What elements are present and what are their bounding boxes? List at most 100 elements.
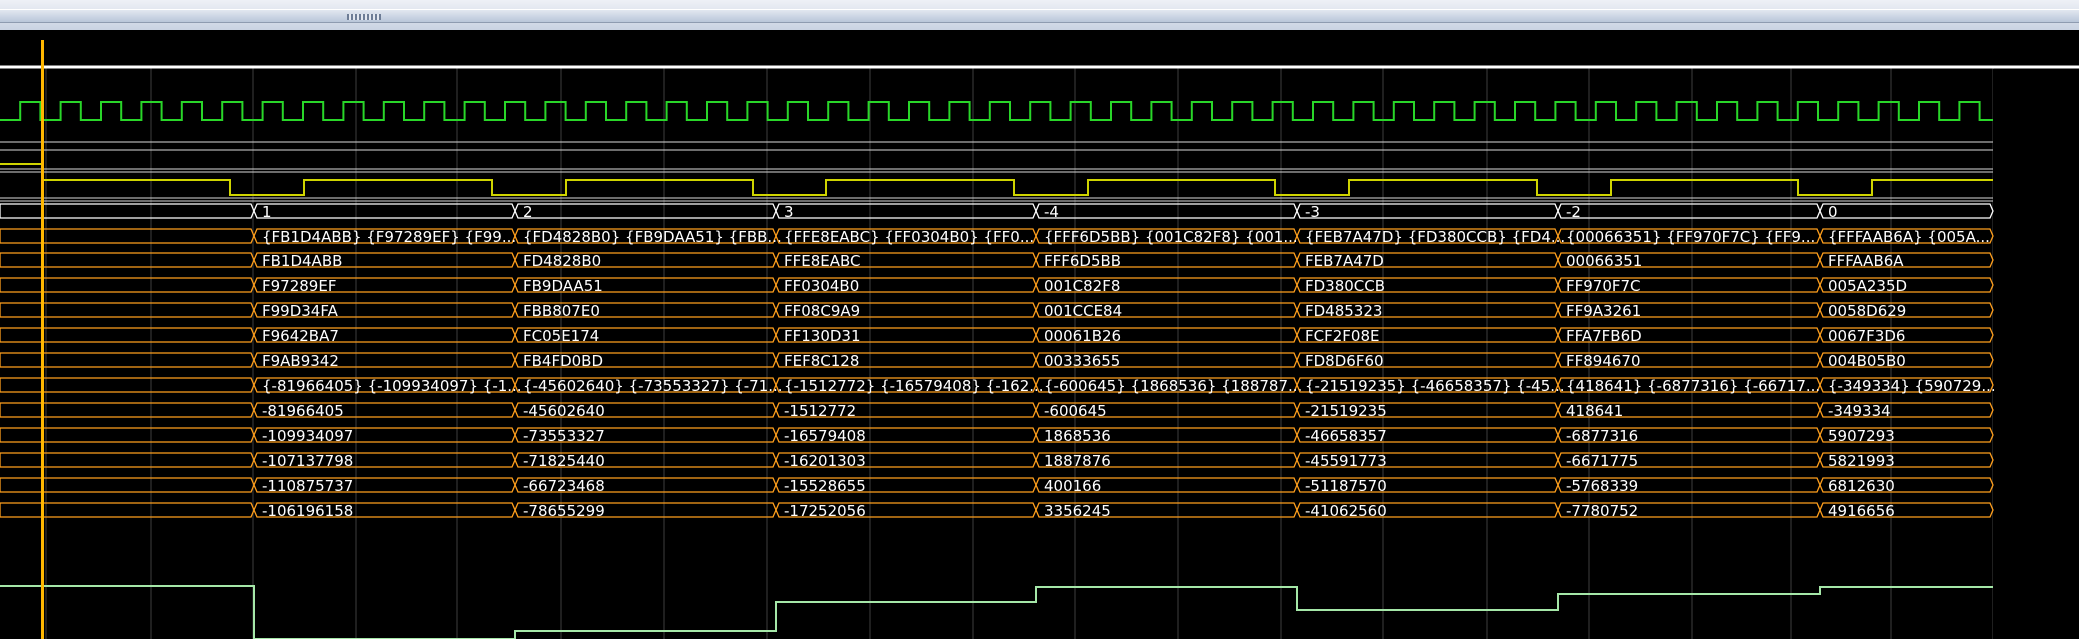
bus-value-label: FF970F7C bbox=[1566, 277, 1641, 295]
bus-value-label: FF9A3261 bbox=[1566, 302, 1641, 320]
bus-value-label: -349334 bbox=[1828, 402, 1891, 420]
bus-value-label: F99D34FA bbox=[262, 302, 339, 320]
bus-value-label: 4916656 bbox=[1828, 502, 1895, 520]
bus-segment bbox=[775, 203, 1037, 219]
bus-value-label: FBB807E0 bbox=[523, 302, 600, 320]
bus-value-label: FB1D4ABB bbox=[262, 252, 342, 270]
bus-value-label: -106196158 bbox=[262, 502, 353, 520]
bus-value-label: -41062560 bbox=[1305, 502, 1387, 520]
bus-segment bbox=[0, 302, 255, 318]
bus-value-label: -45602640 bbox=[523, 402, 605, 420]
bus-value-label: 5821993 bbox=[1828, 452, 1895, 470]
bus-value-label: {FFFAAB6A} {005A... bbox=[1828, 228, 1990, 246]
bus-value-label: {-600645} {1868536} {188787... bbox=[1044, 377, 1302, 395]
bus-value-label: -78655299 bbox=[523, 502, 605, 520]
bus-value-label: -16579408 bbox=[784, 427, 866, 445]
bus-value-label: -110875737 bbox=[262, 477, 353, 495]
scrollbar-track[interactable] bbox=[0, 9, 2079, 23]
bus-segment bbox=[0, 228, 255, 244]
bus-value-label: FCF2F08E bbox=[1305, 327, 1379, 345]
bus-value-label: FC05E174 bbox=[523, 327, 599, 345]
bus-value-label: 1868536 bbox=[1044, 427, 1111, 445]
bus-value-label: FFE8EABC bbox=[784, 252, 861, 270]
bus-value-label: 00066351 bbox=[1566, 252, 1642, 270]
bus-value-label: {-349334} {590729... bbox=[1828, 377, 1996, 395]
bus-value-label: -45591773 bbox=[1305, 452, 1387, 470]
signal-row-separators bbox=[0, 141, 1993, 202]
bus-segment bbox=[0, 477, 255, 493]
bus-value-label: F9642BA7 bbox=[262, 327, 339, 345]
bus-value-label: -66723468 bbox=[523, 477, 605, 495]
bus-value-label: FD4828B0 bbox=[523, 252, 601, 270]
bus-segment bbox=[0, 402, 255, 418]
bus-value-label: F97289EF bbox=[262, 277, 336, 295]
bus-value-label: FD8D6F60 bbox=[1305, 352, 1384, 370]
bus-value-label: -600645 bbox=[1044, 402, 1107, 420]
grip-icon[interactable] bbox=[347, 14, 381, 20]
bus-segment bbox=[0, 377, 255, 393]
bus-value-label: 1887876 bbox=[1044, 452, 1111, 470]
bus-segment bbox=[0, 352, 255, 368]
bus-value-label: FB4FD0BD bbox=[523, 352, 603, 370]
bus-segment bbox=[0, 252, 255, 268]
bus-value-label: 5907293 bbox=[1828, 427, 1895, 445]
bus-value-label: -6671775 bbox=[1566, 452, 1638, 470]
bus-segment bbox=[253, 203, 516, 219]
bus-value-label: -16201303 bbox=[784, 452, 866, 470]
bus-value-label: {-1512772} {-16579408} {-162... bbox=[784, 377, 1044, 395]
bus-segment bbox=[0, 203, 255, 219]
bus-value-label: -107137798 bbox=[262, 452, 353, 470]
bus-segment bbox=[0, 452, 255, 468]
bus-value-label: FEB7A47D bbox=[1305, 252, 1384, 270]
bus-value-label: FF0304B0 bbox=[784, 277, 859, 295]
bus-value-label: -46658357 bbox=[1305, 427, 1387, 445]
bus-value-label: {FD4828B0} {FB9DAA51} {FBB... bbox=[523, 228, 782, 246]
bus-segment bbox=[0, 277, 255, 293]
bus-value-label: {-81966405} {-109934097} {-1... bbox=[262, 377, 522, 395]
bus-value-label: {FFE8EABC} {FF0304B0} {FF0... bbox=[784, 228, 1034, 246]
bus-value-label: {-45602640} {-73553327} {-71... bbox=[523, 377, 783, 395]
bus-value-label: -5768339 bbox=[1566, 477, 1638, 495]
bus-value-label: 00061B26 bbox=[1044, 327, 1121, 345]
bus-value-label: 418641 bbox=[1566, 402, 1623, 420]
bus-value-label: 0067F3D6 bbox=[1828, 327, 1905, 345]
bus-value-label: -2 bbox=[1566, 203, 1581, 221]
bus-value-label: 400166 bbox=[1044, 477, 1101, 495]
bus-value-label: 00333655 bbox=[1044, 352, 1120, 370]
bus-value-label: {-21519235} {-46658357} {-45... bbox=[1305, 377, 1565, 395]
bus-value-label: {FEB7A47D} {FD380CCB} {FD4... bbox=[1305, 228, 1565, 246]
bus-value-label: 005A235D bbox=[1828, 277, 1907, 295]
bus-value-label: FD380CCB bbox=[1305, 277, 1385, 295]
bus-value-label: 2 bbox=[523, 203, 533, 221]
bus-value-label: FFFAAB6A bbox=[1828, 252, 1904, 270]
bus-value-label: -1512772 bbox=[784, 402, 856, 420]
bus-value-label: FF894670 bbox=[1566, 352, 1641, 370]
bus-value-label: -71825440 bbox=[523, 452, 605, 470]
bus-segment bbox=[0, 327, 255, 343]
bus-segment bbox=[0, 427, 255, 443]
bus-signals: 1 2 3 -4 -3 -2 0 {FB1D4ABB} {F97289EF} {F99... {… bbox=[0, 203, 1996, 520]
time-cursor[interactable] bbox=[41, 40, 44, 639]
horizontal-scrollbar[interactable] bbox=[0, 0, 2079, 30]
bus-value-label: -81966405 bbox=[262, 402, 344, 420]
bus-value-label: 6812630 bbox=[1828, 477, 1895, 495]
bus-value-label: FF130D31 bbox=[784, 327, 861, 345]
bus-value-label: -51187570 bbox=[1305, 477, 1387, 495]
waveform-end-region bbox=[1993, 69, 2079, 639]
bus-value-label: 3 bbox=[784, 203, 794, 221]
bus-value-label: -6877316 bbox=[1566, 427, 1638, 445]
waveform-display[interactable]: 1 2 3 -4 -3 -2 0 {FB1D4ABB} {F97289EF} {F99... {… bbox=[0, 30, 2079, 639]
analog-signal bbox=[0, 585, 1993, 639]
bus-value-label: 004B05B0 bbox=[1828, 352, 1906, 370]
bus-value-label: -7780752 bbox=[1566, 502, 1638, 520]
bus-value-label: F9AB9342 bbox=[262, 352, 339, 370]
bus-value-label: FF08C9A9 bbox=[784, 302, 860, 320]
bus-segment bbox=[0, 502, 255, 518]
bus-value-label: FEF8C128 bbox=[784, 352, 859, 370]
clock-signal bbox=[0, 101, 1993, 121]
bus-value-label: {FFF6D5BB} {001C82F8} {001... bbox=[1044, 228, 1298, 246]
bus-segment bbox=[1557, 203, 1821, 219]
bus-value-label: {00066351} {FF970F7C} {FF9... bbox=[1566, 228, 1815, 246]
bus-segment bbox=[1296, 203, 1559, 219]
bus-value-label: 1 bbox=[262, 203, 272, 221]
